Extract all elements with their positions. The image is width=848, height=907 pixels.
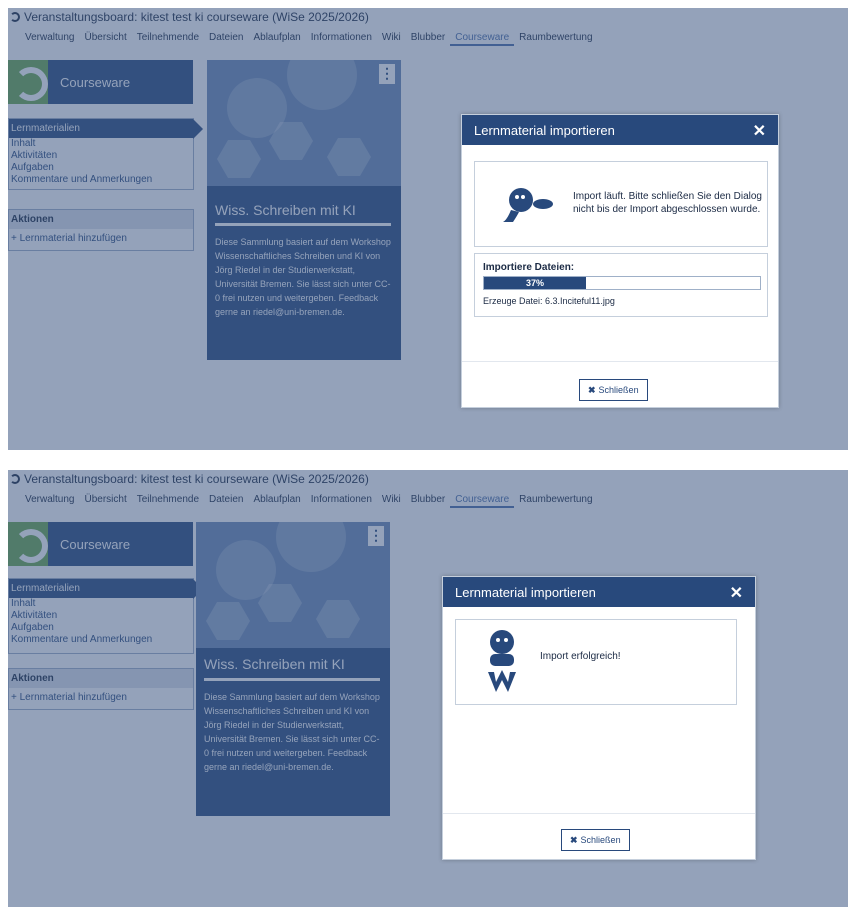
sidebar-item-inhalt[interactable]: Inhalt — [9, 598, 193, 610]
sidebar-item-aufgaben[interactable]: Aufgaben — [9, 622, 193, 634]
dialog-title: Lernmaterial importieren — [455, 585, 596, 600]
progress-label: Importiere Dateien: — [483, 262, 575, 273]
courseware-banner: Courseware — [8, 522, 193, 566]
tab-teilnehmende[interactable]: Teilnehmende — [132, 492, 204, 508]
tab-blubber[interactable]: Blubber — [406, 30, 450, 46]
tab-uebersicht[interactable]: Übersicht — [79, 30, 131, 46]
close-x-icon: ✖ — [570, 835, 578, 845]
card-menu-icon[interactable]: ⋮ — [379, 64, 395, 84]
tab-verwaltung[interactable]: Verwaltung — [20, 492, 79, 508]
tab-wiki[interactable]: Wiki — [377, 30, 406, 46]
card-title: Wiss. Schreiben mit KI — [215, 202, 356, 218]
close-icon[interactable]: ✕ — [730, 583, 743, 603]
tab-informationen[interactable]: Informationen — [306, 492, 377, 508]
import-status-message: Import läuft. Bitte schließen Sie den Di… — [573, 191, 762, 215]
sidebar-item-kommentare[interactable]: Kommentare und Anmerkungen — [9, 174, 193, 186]
progress-bar: 37% — [483, 276, 761, 290]
tab-courseware[interactable]: Courseware — [450, 492, 515, 508]
sidebar-item-kommentare[interactable]: Kommentare und Anmerkungen — [9, 634, 193, 646]
studip-logo-icon — [10, 12, 20, 22]
import-status-message: Import erfolgreich! — [540, 651, 621, 662]
mascot-success-icon — [488, 630, 516, 692]
dialog-header: Lernmaterial importieren — [462, 115, 778, 145]
current-file-text: Erzeuge Datei: 6.3.Inciteful11.jpg — [483, 296, 615, 306]
card-description: Diese Sammlung basiert auf dem Workshop … — [215, 237, 391, 317]
progress-box: Importiere Dateien: 37% Erzeuge Datei: 6… — [474, 253, 768, 317]
tab-dateien[interactable]: Dateien — [204, 30, 248, 46]
tab-raumbewertung[interactable]: Raumbewertung — [514, 492, 597, 508]
dialog-header: Lernmaterial importieren — [443, 577, 755, 607]
tab-wiki[interactable]: Wiki — [377, 492, 406, 508]
status-box: Import erfolgreich! — [455, 619, 737, 705]
tab-uebersicht[interactable]: Übersicht — [79, 492, 131, 508]
screenshot-import-running: Veranstaltungsboard: kitest test ki cour… — [8, 8, 848, 450]
sidebar-item-aufgaben[interactable]: Aufgaben — [9, 162, 193, 174]
material-card[interactable]: ⋮ Wiss. Schreiben mit KI Diese Sammlung … — [207, 60, 401, 360]
card-description: Diese Sammlung basiert auf dem Workshop … — [204, 692, 380, 772]
sidebar-item-lernmaterialien[interactable]: Lernmaterialien — [9, 119, 203, 139]
courseware-logo-icon — [8, 60, 48, 104]
course-title: Veranstaltungsboard: kitest test ki cour… — [10, 10, 369, 24]
tab-blubber[interactable]: Blubber — [406, 492, 450, 508]
import-dialog: Lernmaterial importieren ✕ Import läuft.… — [461, 114, 779, 408]
add-material-link[interactable]: + Lernmaterial hinzufügen — [9, 688, 193, 707]
tab-ablaufplan[interactable]: Ablaufplan — [248, 492, 305, 508]
course-nav: Verwaltung Übersicht Teilnehmende Dateie… — [20, 492, 598, 508]
sidebar-actions: Aktionen + Lernmaterial hinzufügen — [8, 668, 194, 710]
course-title: Veranstaltungsboard: kitest test ki cour… — [10, 472, 369, 486]
tab-raumbewertung[interactable]: Raumbewertung — [514, 30, 597, 46]
card-title-divider — [204, 678, 380, 681]
sidebar-item-inhalt[interactable]: Inhalt — [9, 138, 193, 150]
sidebar-navigation: Lernmaterialien Inhalt Aktivitäten Aufga… — [8, 578, 203, 654]
card-image — [207, 60, 401, 186]
dialog-title: Lernmaterial importieren — [474, 123, 615, 138]
material-card[interactable]: ⋮ Wiss. Schreiben mit KI Diese Sammlung … — [196, 522, 390, 816]
card-image — [196, 522, 390, 648]
import-dialog: Lernmaterial importieren ✕ Import erfolg… — [442, 576, 756, 860]
courseware-banner: Courseware — [8, 60, 193, 104]
actions-heading: Aktionen — [9, 210, 193, 229]
close-x-icon: ✖ — [588, 385, 596, 395]
dialog-footer-divider — [462, 361, 778, 362]
status-box: Import läuft. Bitte schließen Sie den Di… — [474, 161, 768, 247]
tab-informationen[interactable]: Informationen — [306, 30, 377, 46]
sidebar-item-lernmaterialien[interactable]: Lernmaterialien — [9, 579, 203, 599]
card-title: Wiss. Schreiben mit KI — [204, 656, 345, 672]
tab-verwaltung[interactable]: Verwaltung — [20, 30, 79, 46]
plus-icon: + — [11, 692, 20, 703]
tab-dateien[interactable]: Dateien — [204, 492, 248, 508]
progress-fill: 37% — [484, 277, 587, 289]
courseware-logo-icon — [8, 522, 48, 566]
close-dialog-button[interactable]: ✖ Schließen — [561, 829, 630, 851]
mascot-working-icon — [503, 188, 553, 222]
tab-courseware[interactable]: Courseware — [450, 30, 515, 46]
tab-teilnehmende[interactable]: Teilnehmende — [132, 30, 204, 46]
sidebar-navigation: Lernmaterialien Inhalt Aktivitäten Aufga… — [8, 118, 203, 190]
course-nav: Verwaltung Übersicht Teilnehmende Dateie… — [20, 30, 598, 46]
card-title-divider — [215, 223, 391, 226]
plus-icon: + — [11, 233, 20, 244]
actions-heading: Aktionen — [9, 669, 193, 688]
close-dialog-button[interactable]: ✖ Schließen — [579, 379, 648, 401]
sidebar-actions: Aktionen + Lernmaterial hinzufügen — [8, 209, 194, 251]
screenshot-import-success: Veranstaltungsboard: kitest test ki cour… — [8, 470, 848, 907]
sidebar-item-aktivitaeten[interactable]: Aktivitäten — [9, 150, 193, 162]
card-menu-icon[interactable]: ⋮ — [368, 526, 384, 546]
close-icon[interactable]: ✕ — [753, 121, 766, 141]
tab-ablaufplan[interactable]: Ablaufplan — [248, 30, 305, 46]
sidebar-item-aktivitaeten[interactable]: Aktivitäten — [9, 610, 193, 622]
dialog-footer-divider — [443, 813, 755, 814]
add-material-link[interactable]: + Lernmaterial hinzufügen — [9, 229, 193, 248]
studip-logo-icon — [10, 474, 20, 484]
